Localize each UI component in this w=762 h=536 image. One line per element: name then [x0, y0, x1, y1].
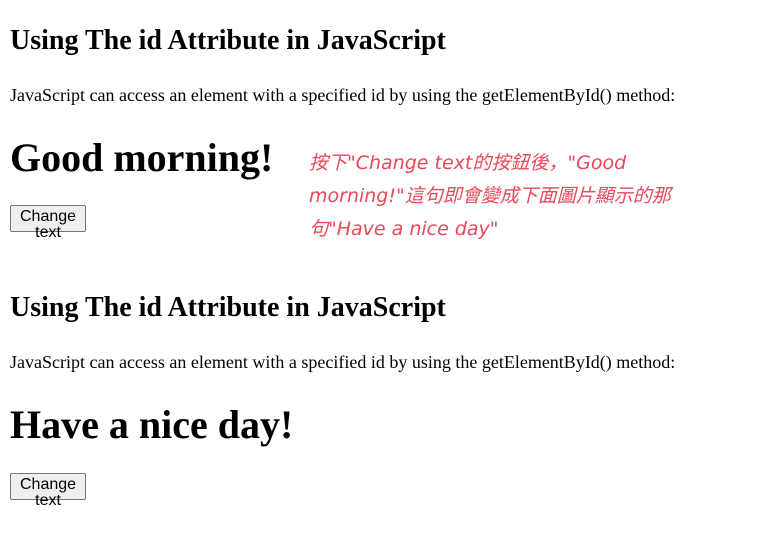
section-heading: Using The id Attribute in JavaScript	[10, 25, 446, 56]
button-wrapper: Change text	[10, 473, 87, 510]
change-text-button[interactable]: Change text	[10, 205, 87, 241]
greeting-text: Good morning!	[10, 135, 274, 180]
annotation-line-1: 按下"Change text的按鈕後，"Good	[309, 152, 627, 174]
button-wrapper: Change text	[10, 205, 87, 242]
annotation-line-3: 句"Have a nice day"	[309, 218, 499, 240]
annotation-note: 按下"Change text的按鈕後，"Good morning!"這句即會變成…	[309, 147, 709, 246]
annotation-line-2: morning!"這句即會變成下面圖片顯示的那	[309, 185, 671, 207]
section-heading: Using The id Attribute in JavaScript	[10, 292, 446, 323]
greeting-text: Have a nice day!	[10, 402, 294, 447]
change-text-button[interactable]: Change text	[10, 473, 87, 509]
section-description: JavaScript can access an element with a …	[10, 85, 676, 105]
section-description: JavaScript can access an element with a …	[10, 352, 676, 372]
